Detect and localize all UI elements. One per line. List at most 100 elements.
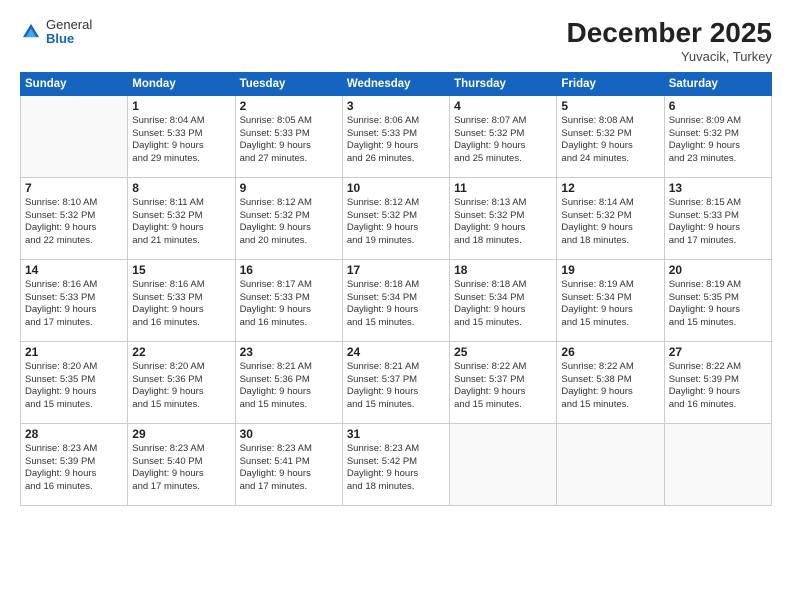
day-number: 12 [561, 181, 659, 195]
week-row-3: 21Sunrise: 8:20 AMSunset: 5:35 PMDayligh… [21, 341, 772, 423]
calendar-cell: 5Sunrise: 8:08 AMSunset: 5:32 PMDaylight… [557, 95, 664, 177]
cell-info-line: Daylight: 9 hours [240, 386, 338, 399]
cell-info-line: Daylight: 9 hours [347, 222, 445, 235]
cell-info-line: and 26 minutes. [347, 153, 445, 166]
day-number: 2 [240, 99, 338, 113]
cell-info-line: Daylight: 9 hours [132, 222, 230, 235]
cell-info-line: Sunrise: 8:11 AM [132, 197, 230, 210]
day-number: 14 [25, 263, 123, 277]
cell-info-line: Sunset: 5:32 PM [240, 210, 338, 223]
calendar-cell: 15Sunrise: 8:16 AMSunset: 5:33 PMDayligh… [128, 259, 235, 341]
cell-info-line: and 22 minutes. [25, 235, 123, 248]
cell-info-line: Sunset: 5:33 PM [240, 292, 338, 305]
calendar-cell: 26Sunrise: 8:22 AMSunset: 5:38 PMDayligh… [557, 341, 664, 423]
day-number: 19 [561, 263, 659, 277]
cell-info-line: Sunrise: 8:22 AM [454, 361, 552, 374]
calendar-cell: 6Sunrise: 8:09 AMSunset: 5:32 PMDaylight… [664, 95, 771, 177]
calendar-cell [21, 95, 128, 177]
calendar-cell: 27Sunrise: 8:22 AMSunset: 5:39 PMDayligh… [664, 341, 771, 423]
day-number: 29 [132, 427, 230, 441]
cell-info-line: Daylight: 9 hours [454, 140, 552, 153]
calendar-cell: 11Sunrise: 8:13 AMSunset: 5:32 PMDayligh… [450, 177, 557, 259]
col-header-sunday: Sunday [21, 72, 128, 95]
day-number: 13 [669, 181, 767, 195]
cell-info-line: Daylight: 9 hours [25, 468, 123, 481]
cell-info-line: Sunset: 5:32 PM [669, 128, 767, 141]
cell-info-line: and 15 minutes. [454, 317, 552, 330]
cell-info-line: Sunrise: 8:23 AM [132, 443, 230, 456]
cell-info-line: Sunrise: 8:23 AM [25, 443, 123, 456]
cell-info-line: and 29 minutes. [132, 153, 230, 166]
day-number: 1 [132, 99, 230, 113]
day-number: 17 [347, 263, 445, 277]
calendar-cell: 16Sunrise: 8:17 AMSunset: 5:33 PMDayligh… [235, 259, 342, 341]
cell-info-line: Sunrise: 8:19 AM [669, 279, 767, 292]
day-number: 10 [347, 181, 445, 195]
day-number: 15 [132, 263, 230, 277]
cell-info-line: Daylight: 9 hours [454, 222, 552, 235]
calendar-cell [664, 423, 771, 505]
calendar-cell: 8Sunrise: 8:11 AMSunset: 5:32 PMDaylight… [128, 177, 235, 259]
cell-info-line: and 18 minutes. [454, 235, 552, 248]
cell-info-line: Sunset: 5:36 PM [132, 374, 230, 387]
calendar-cell: 12Sunrise: 8:14 AMSunset: 5:32 PMDayligh… [557, 177, 664, 259]
cell-info-line: Daylight: 9 hours [454, 304, 552, 317]
cell-info-line: Sunrise: 8:12 AM [347, 197, 445, 210]
cell-info-line: Sunset: 5:42 PM [347, 456, 445, 469]
cell-info-line: and 15 minutes. [25, 399, 123, 412]
calendar-cell: 4Sunrise: 8:07 AMSunset: 5:32 PMDaylight… [450, 95, 557, 177]
cell-info-line: Sunset: 5:32 PM [561, 128, 659, 141]
cell-info-line: Sunrise: 8:14 AM [561, 197, 659, 210]
calendar-cell: 23Sunrise: 8:21 AMSunset: 5:36 PMDayligh… [235, 341, 342, 423]
cell-info-line: Sunrise: 8:19 AM [561, 279, 659, 292]
calendar-cell: 13Sunrise: 8:15 AMSunset: 5:33 PMDayligh… [664, 177, 771, 259]
day-number: 20 [669, 263, 767, 277]
calendar-cell: 3Sunrise: 8:06 AMSunset: 5:33 PMDaylight… [342, 95, 449, 177]
title-block: December 2025 Yuvacik, Turkey [567, 18, 772, 64]
calendar-cell: 9Sunrise: 8:12 AMSunset: 5:32 PMDaylight… [235, 177, 342, 259]
cell-info-line: Sunset: 5:32 PM [454, 128, 552, 141]
cell-info-line: Sunrise: 8:05 AM [240, 115, 338, 128]
cell-info-line: and 27 minutes. [240, 153, 338, 166]
day-number: 16 [240, 263, 338, 277]
col-header-wednesday: Wednesday [342, 72, 449, 95]
calendar-cell: 2Sunrise: 8:05 AMSunset: 5:33 PMDaylight… [235, 95, 342, 177]
calendar-cell: 1Sunrise: 8:04 AMSunset: 5:33 PMDaylight… [128, 95, 235, 177]
calendar-cell: 14Sunrise: 8:16 AMSunset: 5:33 PMDayligh… [21, 259, 128, 341]
cell-info-line: and 16 minutes. [669, 399, 767, 412]
cell-info-line: and 16 minutes. [240, 317, 338, 330]
cell-info-line: Daylight: 9 hours [132, 140, 230, 153]
col-header-friday: Friday [557, 72, 664, 95]
cell-info-line: Daylight: 9 hours [347, 140, 445, 153]
cell-info-line: Sunset: 5:33 PM [347, 128, 445, 141]
cell-info-line: Daylight: 9 hours [561, 222, 659, 235]
day-number: 26 [561, 345, 659, 359]
cell-info-line: Daylight: 9 hours [25, 386, 123, 399]
week-row-4: 28Sunrise: 8:23 AMSunset: 5:39 PMDayligh… [21, 423, 772, 505]
cell-info-line: Sunrise: 8:18 AM [347, 279, 445, 292]
cell-info-line: Sunset: 5:34 PM [561, 292, 659, 305]
cell-info-line: Sunrise: 8:08 AM [561, 115, 659, 128]
day-number: 31 [347, 427, 445, 441]
cell-info-line: Sunset: 5:39 PM [25, 456, 123, 469]
cell-info-line: Sunset: 5:34 PM [347, 292, 445, 305]
cell-info-line: Sunrise: 8:17 AM [240, 279, 338, 292]
calendar-cell: 20Sunrise: 8:19 AMSunset: 5:35 PMDayligh… [664, 259, 771, 341]
calendar-cell: 22Sunrise: 8:20 AMSunset: 5:36 PMDayligh… [128, 341, 235, 423]
calendar-cell: 7Sunrise: 8:10 AMSunset: 5:32 PMDaylight… [21, 177, 128, 259]
cell-info-line: Sunrise: 8:04 AM [132, 115, 230, 128]
cell-info-line: and 15 minutes. [347, 317, 445, 330]
cell-info-line: Sunset: 5:33 PM [25, 292, 123, 305]
calendar-cell: 24Sunrise: 8:21 AMSunset: 5:37 PMDayligh… [342, 341, 449, 423]
cell-info-line: Sunset: 5:38 PM [561, 374, 659, 387]
calendar-cell: 21Sunrise: 8:20 AMSunset: 5:35 PMDayligh… [21, 341, 128, 423]
day-number: 11 [454, 181, 552, 195]
cell-info-line: Sunrise: 8:09 AM [669, 115, 767, 128]
cell-info-line: Daylight: 9 hours [240, 140, 338, 153]
cell-info-line: Daylight: 9 hours [347, 468, 445, 481]
day-number: 28 [25, 427, 123, 441]
cell-info-line: Sunset: 5:32 PM [25, 210, 123, 223]
cell-info-line: and 18 minutes. [347, 481, 445, 494]
cell-info-line: Daylight: 9 hours [25, 222, 123, 235]
cell-info-line: Sunrise: 8:16 AM [132, 279, 230, 292]
